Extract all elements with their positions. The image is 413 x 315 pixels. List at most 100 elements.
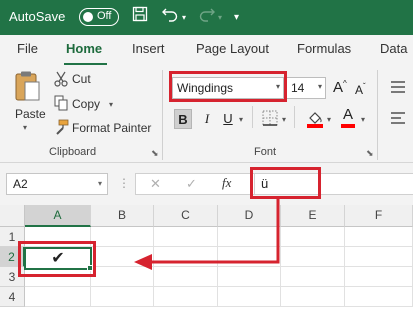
shrink-font-button[interactable]: Aˇ <box>355 82 366 97</box>
cell-f2[interactable] <box>345 247 413 267</box>
cell-d1[interactable] <box>218 227 281 247</box>
column-header-f[interactable]: F <box>345 205 413 227</box>
cell-d3[interactable] <box>218 267 281 287</box>
cut-label[interactable]: Cut <box>72 72 91 86</box>
font-dialog-launcher-icon[interactable]: ⬊ <box>366 148 374 159</box>
font-name-value: Wingdings <box>177 81 234 95</box>
fill-color-icon[interactable] <box>306 108 324 131</box>
chevron-down-icon: ▾ <box>317 82 322 91</box>
column-header-b[interactable]: B <box>91 205 154 227</box>
cancel-icon[interactable]: ✕ <box>150 176 161 192</box>
column-header-c[interactable]: C <box>154 205 218 227</box>
copy-label[interactable]: Copy <box>72 97 100 111</box>
tab-file[interactable]: File <box>17 41 38 56</box>
font-size-value: 14 <box>291 81 305 95</box>
row-header-1[interactable]: 1 <box>0 227 25 247</box>
clipboard-dialog-launcher-icon[interactable]: ⬊ <box>151 148 159 159</box>
font-name-combo[interactable]: Wingdings ▾ <box>172 77 284 99</box>
paste-icon[interactable] <box>14 70 42 109</box>
font-group-label: Font <box>254 146 277 158</box>
row-header-2[interactable]: 2 <box>0 247 25 267</box>
group-separator <box>377 70 378 160</box>
cell-b2[interactable] <box>91 247 154 267</box>
underline-dropdown-icon[interactable]: ▾ <box>239 115 243 124</box>
resize-handle-icon[interactable]: ⋮ <box>118 176 130 190</box>
cell-a3[interactable] <box>25 267 91 287</box>
cut-icon[interactable] <box>54 71 68 90</box>
autosave-toggle[interactable]: Off <box>79 8 119 26</box>
cell-d4[interactable] <box>218 287 281 307</box>
chevron-down-icon: ▾ <box>97 179 102 188</box>
underline-button[interactable]: U <box>219 109 237 129</box>
caret-down-icon: ˇ <box>363 82 366 91</box>
autosave-label: AutoSave <box>9 9 66 24</box>
row-header-4[interactable]: 4 <box>0 287 25 307</box>
grow-font-letter: A <box>333 79 344 96</box>
font-color-button[interactable]: A <box>341 107 355 128</box>
row-header-3[interactable]: 3 <box>0 267 25 287</box>
enter-icon[interactable]: ✓ <box>186 176 197 192</box>
cell-c3[interactable] <box>154 267 218 287</box>
paste-dropdown-icon[interactable]: ▾ <box>23 123 27 132</box>
tab-insert[interactable]: Insert <box>132 41 165 56</box>
cell-b3[interactable] <box>91 267 154 287</box>
undo-dropdown-icon[interactable]: ▾ <box>182 8 186 28</box>
cell-e1[interactable] <box>281 227 345 247</box>
undo-icon[interactable] <box>161 6 179 28</box>
align-top-icon[interactable] <box>390 80 406 97</box>
tab-page-layout[interactable]: Page Layout <box>196 41 269 56</box>
bold-button[interactable]: B <box>174 109 192 129</box>
redo-dropdown-icon: ▾ <box>218 13 223 22</box>
save-icon[interactable] <box>132 6 148 28</box>
font-color-dropdown-icon[interactable]: ▾ <box>361 115 365 124</box>
column-header-d[interactable]: D <box>218 205 281 227</box>
name-box[interactable]: A2 ▾ <box>6 173 108 195</box>
cell-f4[interactable] <box>345 287 413 307</box>
cell-a2[interactable]: ✔ <box>24 247 92 270</box>
cell-f1[interactable] <box>345 227 413 247</box>
cell-c4[interactable] <box>154 287 218 307</box>
cell-c1[interactable] <box>154 227 218 247</box>
cell-b1[interactable] <box>91 227 154 247</box>
italic-button[interactable]: I <box>198 109 216 129</box>
cell-a1[interactable] <box>25 227 91 247</box>
cell-c2[interactable] <box>154 247 218 267</box>
group-separator <box>162 70 163 160</box>
cell-e4[interactable] <box>281 287 345 307</box>
tab-formulas[interactable]: Formulas <box>297 41 351 56</box>
borders-icon[interactable] <box>262 110 278 129</box>
format-painter-icon[interactable] <box>54 119 69 138</box>
divider <box>252 106 253 128</box>
tab-data[interactable]: Data <box>380 41 407 56</box>
grow-font-button[interactable]: A^ <box>333 79 347 96</box>
autosave-state: Off <box>97 10 112 22</box>
clipboard-group-label: Clipboard <box>49 146 97 158</box>
cell-e3[interactable] <box>281 267 345 287</box>
borders-dropdown-icon[interactable]: ▾ <box>282 115 286 124</box>
insert-function-icon[interactable]: fx <box>222 175 231 191</box>
shrink-font-letter: A <box>355 83 364 97</box>
cell-a4[interactable] <box>25 287 91 307</box>
column-header-a[interactable]: A <box>25 205 91 227</box>
font-color-swatch <box>341 124 355 128</box>
copy-icon[interactable] <box>54 95 68 114</box>
copy-dropdown-icon[interactable]: ▾ <box>109 100 113 109</box>
formula-input[interactable]: ü <box>255 173 413 195</box>
cell-b4[interactable] <box>91 287 154 307</box>
fill-color-dropdown-icon[interactable]: ▾ <box>327 115 331 124</box>
cell-e2[interactable] <box>281 247 345 267</box>
redo-icon <box>198 6 216 28</box>
toggle-knob <box>83 11 93 22</box>
tab-home[interactable]: Home <box>66 41 102 56</box>
font-size-combo[interactable]: 14 ▾ <box>286 77 326 99</box>
column-header-e[interactable]: E <box>281 205 345 227</box>
format-painter-label[interactable]: Format Painter <box>72 121 151 135</box>
paste-label[interactable]: Paste <box>15 107 46 121</box>
align-left-icon[interactable] <box>390 111 406 128</box>
select-all-corner[interactable] <box>0 205 25 227</box>
cell-d2[interactable] <box>218 247 281 267</box>
fill-handle[interactable] <box>87 265 93 271</box>
divider <box>294 106 295 128</box>
customize-qat-icon[interactable]: ▾ <box>234 8 239 28</box>
cell-f3[interactable] <box>345 267 413 287</box>
